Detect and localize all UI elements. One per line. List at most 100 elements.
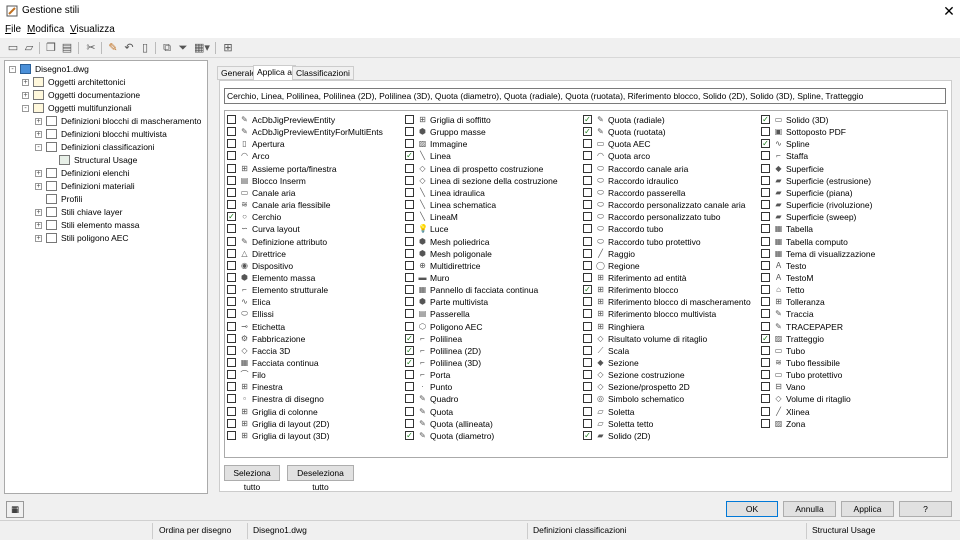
object-type-checkbox[interactable]	[583, 358, 592, 367]
new-icon[interactable]: ▭	[6, 41, 20, 55]
object-type-checkbox[interactable]	[583, 297, 592, 307]
object-type-checkbox[interactable]	[583, 333, 592, 343]
object-type-checkbox[interactable]: ✓	[227, 212, 236, 222]
tree-node[interactable]: + Oggetti documentazione	[5, 89, 205, 102]
style-tree[interactable]: - Disegno1.dwg + Oggetti architettonici + Ogg…	[4, 60, 208, 494]
object-type-checkbox[interactable]	[583, 345, 592, 355]
tree-node[interactable]: + Stili elemento massa	[5, 219, 205, 232]
object-type-checkbox[interactable]	[761, 309, 770, 319]
object-type-checkbox[interactable]	[227, 200, 236, 210]
edit-icon[interactable]: ✎	[106, 41, 120, 55]
object-type-checkbox[interactable]	[761, 187, 770, 197]
expand-icon[interactable]: +	[35, 131, 42, 138]
object-type-checkbox[interactable]	[227, 272, 236, 282]
object-type-checkbox[interactable]: ✓	[583, 285, 592, 295]
object-type-checkbox[interactable]	[227, 163, 236, 173]
object-type-checkbox[interactable]	[227, 115, 236, 124]
object-type-checkbox[interactable]	[761, 260, 770, 270]
object-type-checkbox[interactable]	[405, 115, 414, 124]
object-type-checkbox[interactable]	[761, 321, 770, 331]
object-type-checkbox[interactable]	[227, 260, 236, 270]
expand-icon[interactable]: +	[35, 222, 42, 229]
object-type-checkbox[interactable]	[227, 285, 236, 295]
object-type-checkbox[interactable]	[583, 224, 592, 234]
collapse-icon[interactable]: -	[9, 66, 16, 73]
tree-node[interactable]: + Definizioni blocchi multivista	[5, 128, 205, 141]
object-type-checkbox[interactable]	[761, 370, 770, 380]
object-type-checkbox[interactable]	[583, 139, 592, 149]
menu-file[interactable]: File	[5, 24, 21, 35]
tree-node[interactable]: - Disegno1.dwg	[5, 63, 205, 76]
object-type-checkbox[interactable]: ✓	[761, 333, 770, 343]
close-button[interactable]: ✕	[938, 1, 960, 21]
object-type-checkbox[interactable]	[761, 163, 770, 173]
object-type-checkbox[interactable]: ✓	[405, 430, 414, 440]
object-type-checkbox[interactable]	[761, 382, 770, 392]
object-type-checkbox[interactable]	[761, 151, 770, 161]
object-type-checkbox[interactable]	[405, 272, 414, 282]
object-type-checkbox[interactable]	[583, 260, 592, 270]
object-type-checkbox[interactable]: ✓	[761, 139, 770, 149]
deselect-all-button[interactable]: Deseleziona tutto	[287, 465, 354, 492]
object-type-checkbox[interactable]	[761, 406, 770, 416]
menu-visualizza[interactable]: Visualizza	[70, 24, 115, 35]
collapse-icon[interactable]: -	[35, 144, 42, 151]
object-type-checkbox[interactable]	[583, 309, 592, 319]
object-type-checkbox[interactable]	[583, 151, 592, 161]
tree-node[interactable]: + Definizioni elenchi	[5, 167, 205, 180]
select-all-button[interactable]: Seleziona tutto	[224, 465, 280, 492]
apply-button[interactable]: Applica	[841, 501, 894, 517]
object-type-checkbox[interactable]: ✓	[583, 127, 592, 137]
object-type-checkbox[interactable]	[761, 272, 770, 282]
object-type-checkbox[interactable]	[583, 248, 592, 258]
object-type-checkbox[interactable]	[583, 321, 592, 331]
duplicate-icon[interactable]: ⧉	[160, 41, 174, 55]
tree-node[interactable]: - Definizioni classificazioni	[5, 141, 205, 154]
tree-node[interactable]: + Stili chiave layer	[5, 206, 205, 219]
expand-icon[interactable]: +	[35, 235, 42, 242]
tree-node[interactable]: Structural Usage	[5, 154, 205, 167]
object-type-checkbox[interactable]	[405, 406, 414, 416]
object-type-checkbox[interactable]	[227, 430, 236, 440]
object-type-checkbox[interactable]: ✓	[583, 115, 592, 124]
object-type-checkbox[interactable]	[405, 260, 414, 270]
object-type-checkbox[interactable]	[405, 309, 414, 319]
purge-icon[interactable]: ✂	[84, 41, 98, 55]
paste-icon[interactable]: ▤	[60, 41, 74, 55]
object-type-checkbox[interactable]	[227, 406, 236, 416]
undo-icon[interactable]: ↶	[122, 41, 136, 55]
menu-modifica[interactable]: Modifica	[27, 24, 64, 35]
object-type-checkbox[interactable]	[405, 297, 414, 307]
object-type-checkbox[interactable]	[227, 297, 236, 307]
object-type-checkbox[interactable]	[583, 272, 592, 282]
object-type-checkbox[interactable]	[583, 236, 592, 246]
tree-node[interactable]: - Oggetti multifunzionali	[5, 102, 205, 115]
object-type-checkbox[interactable]	[227, 394, 236, 404]
tree-node[interactable]: + Stili poligono AEC	[5, 232, 205, 245]
object-type-checkbox[interactable]	[583, 212, 592, 222]
copy-icon[interactable]: ❐	[44, 41, 58, 55]
object-type-checkbox[interactable]	[405, 175, 414, 185]
object-type-checkbox[interactable]	[227, 333, 236, 343]
object-type-checkbox[interactable]	[583, 418, 592, 428]
object-type-checkbox[interactable]	[227, 382, 236, 392]
tree-node[interactable]: Profili	[5, 193, 205, 206]
tree-node[interactable]: + Definizioni blocchi di mascheramento	[5, 115, 205, 128]
object-type-checkbox[interactable]	[583, 163, 592, 173]
object-type-checkbox[interactable]	[405, 139, 414, 149]
object-type-checkbox[interactable]	[405, 285, 414, 295]
object-type-checkbox[interactable]	[227, 236, 236, 246]
inventory-icon[interactable]: ⊞	[221, 41, 235, 55]
object-type-checkbox[interactable]	[761, 236, 770, 246]
object-type-checkbox[interactable]	[227, 321, 236, 331]
object-type-checkbox[interactable]	[227, 370, 236, 380]
set-from-icon[interactable]: ▯	[138, 41, 152, 55]
object-type-checkbox[interactable]	[405, 187, 414, 197]
tab-applica-a[interactable]: Applica a	[253, 65, 296, 81]
ok-button[interactable]: OK	[726, 501, 778, 517]
object-type-checkbox[interactable]	[761, 358, 770, 367]
object-type-checkbox[interactable]	[405, 224, 414, 234]
object-type-checkbox[interactable]: ✓	[405, 333, 414, 343]
object-type-checkbox[interactable]	[761, 200, 770, 210]
object-type-checkbox[interactable]	[405, 200, 414, 210]
